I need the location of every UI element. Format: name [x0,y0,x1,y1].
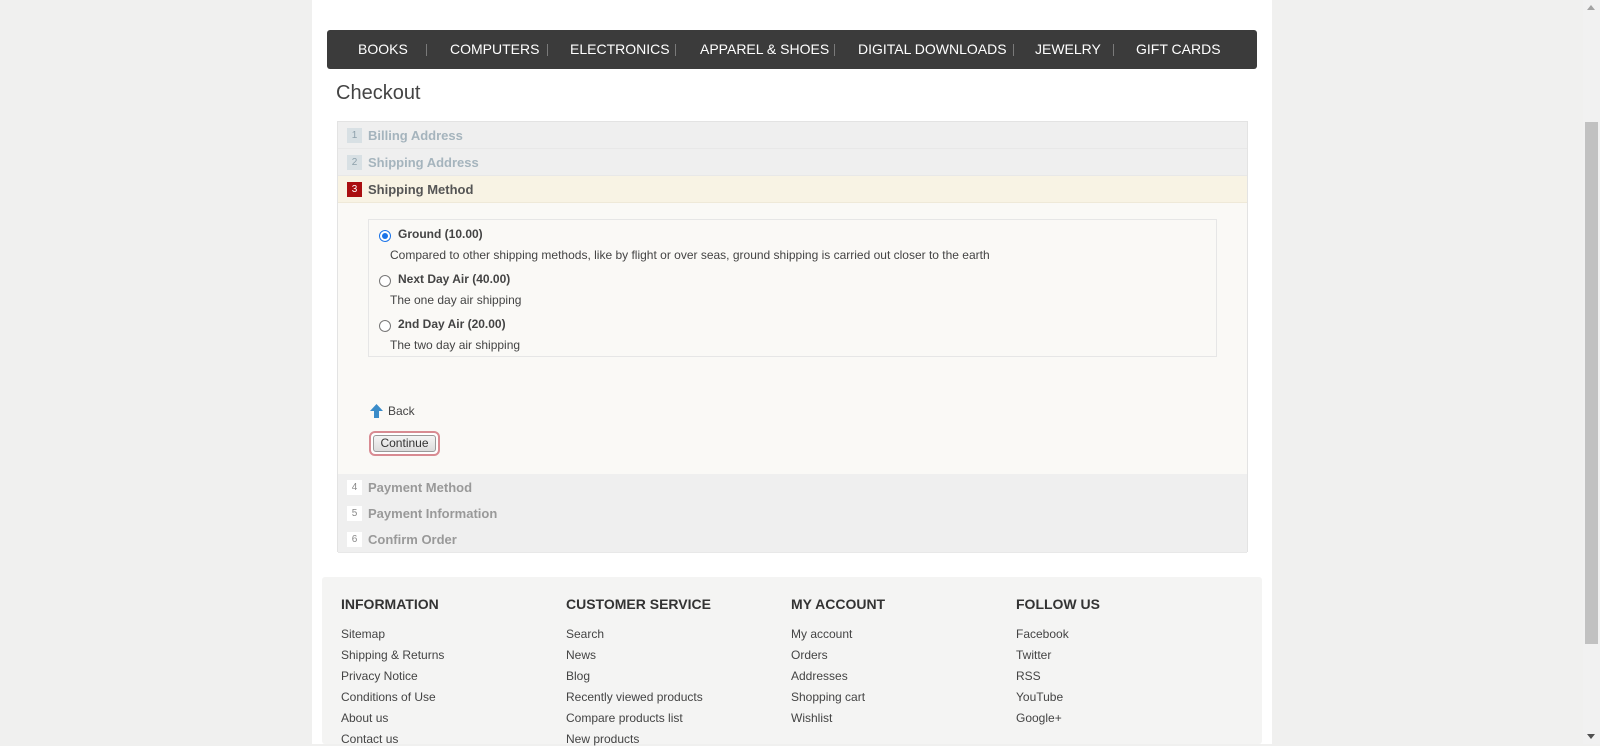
vertical-scrollbar[interactable] [1583,0,1600,744]
back-label: Back [388,404,415,418]
footer-link-search[interactable]: Search [566,627,604,641]
shipping-radio-ground[interactable] [379,230,391,242]
footer-link-rss[interactable]: RSS [1016,669,1041,683]
continue-button[interactable]: Continue [369,431,440,456]
footer-link-about-us[interactable]: About us [341,711,388,725]
scrollbar-thumb[interactable] [1585,122,1598,644]
footer-link-facebook[interactable]: Facebook [1016,627,1069,641]
shipping-option-name[interactable]: Ground (10.00) [398,227,483,241]
back-link[interactable]: Back [370,404,415,418]
footer-column-title: CUSTOMER SERVICE [566,596,711,612]
shipping-option-name[interactable]: Next Day Air (40.00) [398,272,510,286]
step-payment-information: 5 Payment Information [338,500,1247,527]
step-number: 5 [347,505,362,521]
step-label: Shipping Address [368,154,479,170]
shipping-option-description: The two day air shipping [390,338,521,352]
nav-separator [547,44,548,56]
footer-link-orders[interactable]: Orders [791,648,828,662]
shipping-option-description: Compared to other shipping methods, like… [390,248,990,262]
footer-link-shipping-returns[interactable]: Shipping & Returns [341,648,444,662]
footer-column-title: INFORMATION [341,596,439,612]
footer-link-my-account[interactable]: My account [791,627,852,641]
nav-separator [426,44,427,56]
nav-separator [1013,44,1014,56]
step-number: 6 [347,531,362,547]
step-label: Billing Address [368,127,463,143]
nav-item-digital-downloads[interactable]: DIGITAL DOWNLOADS [858,30,1007,69]
step-label: Confirm Order [368,531,457,547]
nav-item-books[interactable]: BOOKS [358,30,408,69]
step-number: 3 [347,181,362,197]
footer-link-wishlist[interactable]: Wishlist [791,711,832,725]
top-menu: BOOKS COMPUTERS ELECTRONICS APPAREL & SH… [327,30,1257,69]
nav-item-jewelry[interactable]: JEWELRY [1035,30,1101,69]
shipping-methods-list: Ground (10.00) Compared to other shippin… [368,219,1217,357]
checkout-steps: 1 Billing Address 2 Shipping Address 3 S… [337,121,1248,553]
footer-link-privacy-notice[interactable]: Privacy Notice [341,669,418,683]
scroll-down-arrow-icon[interactable] [1587,734,1595,739]
nav-separator [834,44,835,56]
footer-link-compare-products[interactable]: Compare products list [566,711,683,725]
nav-separator [675,44,676,56]
step-billing-address[interactable]: 1 Billing Address [338,122,1247,149]
step-label: Payment Method [368,479,473,495]
footer-link-twitter[interactable]: Twitter [1016,648,1051,662]
footer-link-conditions-of-use[interactable]: Conditions of Use [341,690,436,704]
continue-label: Continue [373,435,436,452]
footer-column-title: MY ACCOUNT [791,596,886,612]
nav-separator [1113,44,1114,56]
step-number: 4 [347,479,362,495]
shipping-radio-next-day-air[interactable] [379,275,391,287]
step-label: Payment Information [368,505,498,521]
footer-link-blog[interactable]: Blog [566,669,590,683]
step-number: 2 [347,154,362,170]
nav-item-apparel-shoes[interactable]: APPAREL & SHOES [700,30,829,69]
nav-item-electronics[interactable]: ELECTRONICS [570,30,670,69]
step-number: 1 [347,127,362,143]
footer-link-news[interactable]: News [566,648,596,662]
nav-item-gift-cards[interactable]: GIFT CARDS [1136,30,1221,69]
footer-link-recently-viewed[interactable]: Recently viewed products [566,690,703,704]
shipping-option-name[interactable]: 2nd Day Air (20.00) [398,317,506,331]
step-shipping-address[interactable]: 2 Shipping Address [338,149,1247,176]
footer-link-youtube[interactable]: YouTube [1016,690,1063,704]
arrow-up-icon [370,404,383,418]
footer: INFORMATION Sitemap Shipping & Returns P… [322,577,1262,746]
shipping-option-description: The one day air shipping [390,293,522,307]
footer-link-shopping-cart[interactable]: Shopping cart [791,690,865,704]
step-shipping-method: 3 Shipping Method [338,176,1247,203]
page-title: Checkout [336,82,421,104]
footer-link-google-plus[interactable]: Google+ [1016,711,1062,725]
footer-link-addresses[interactable]: Addresses [791,669,848,683]
footer-link-sitemap[interactable]: Sitemap [341,627,385,641]
scroll-up-arrow-icon[interactable] [1587,5,1595,10]
nav-item-computers[interactable]: COMPUTERS [450,30,539,69]
footer-column-title: FOLLOW US [1016,596,1100,612]
step-payment-method: 4 Payment Method [338,474,1247,501]
step-label: Shipping Method [368,181,474,197]
step-confirm-order: 6 Confirm Order [338,526,1247,553]
shipping-radio-2nd-day-air[interactable] [379,320,391,332]
